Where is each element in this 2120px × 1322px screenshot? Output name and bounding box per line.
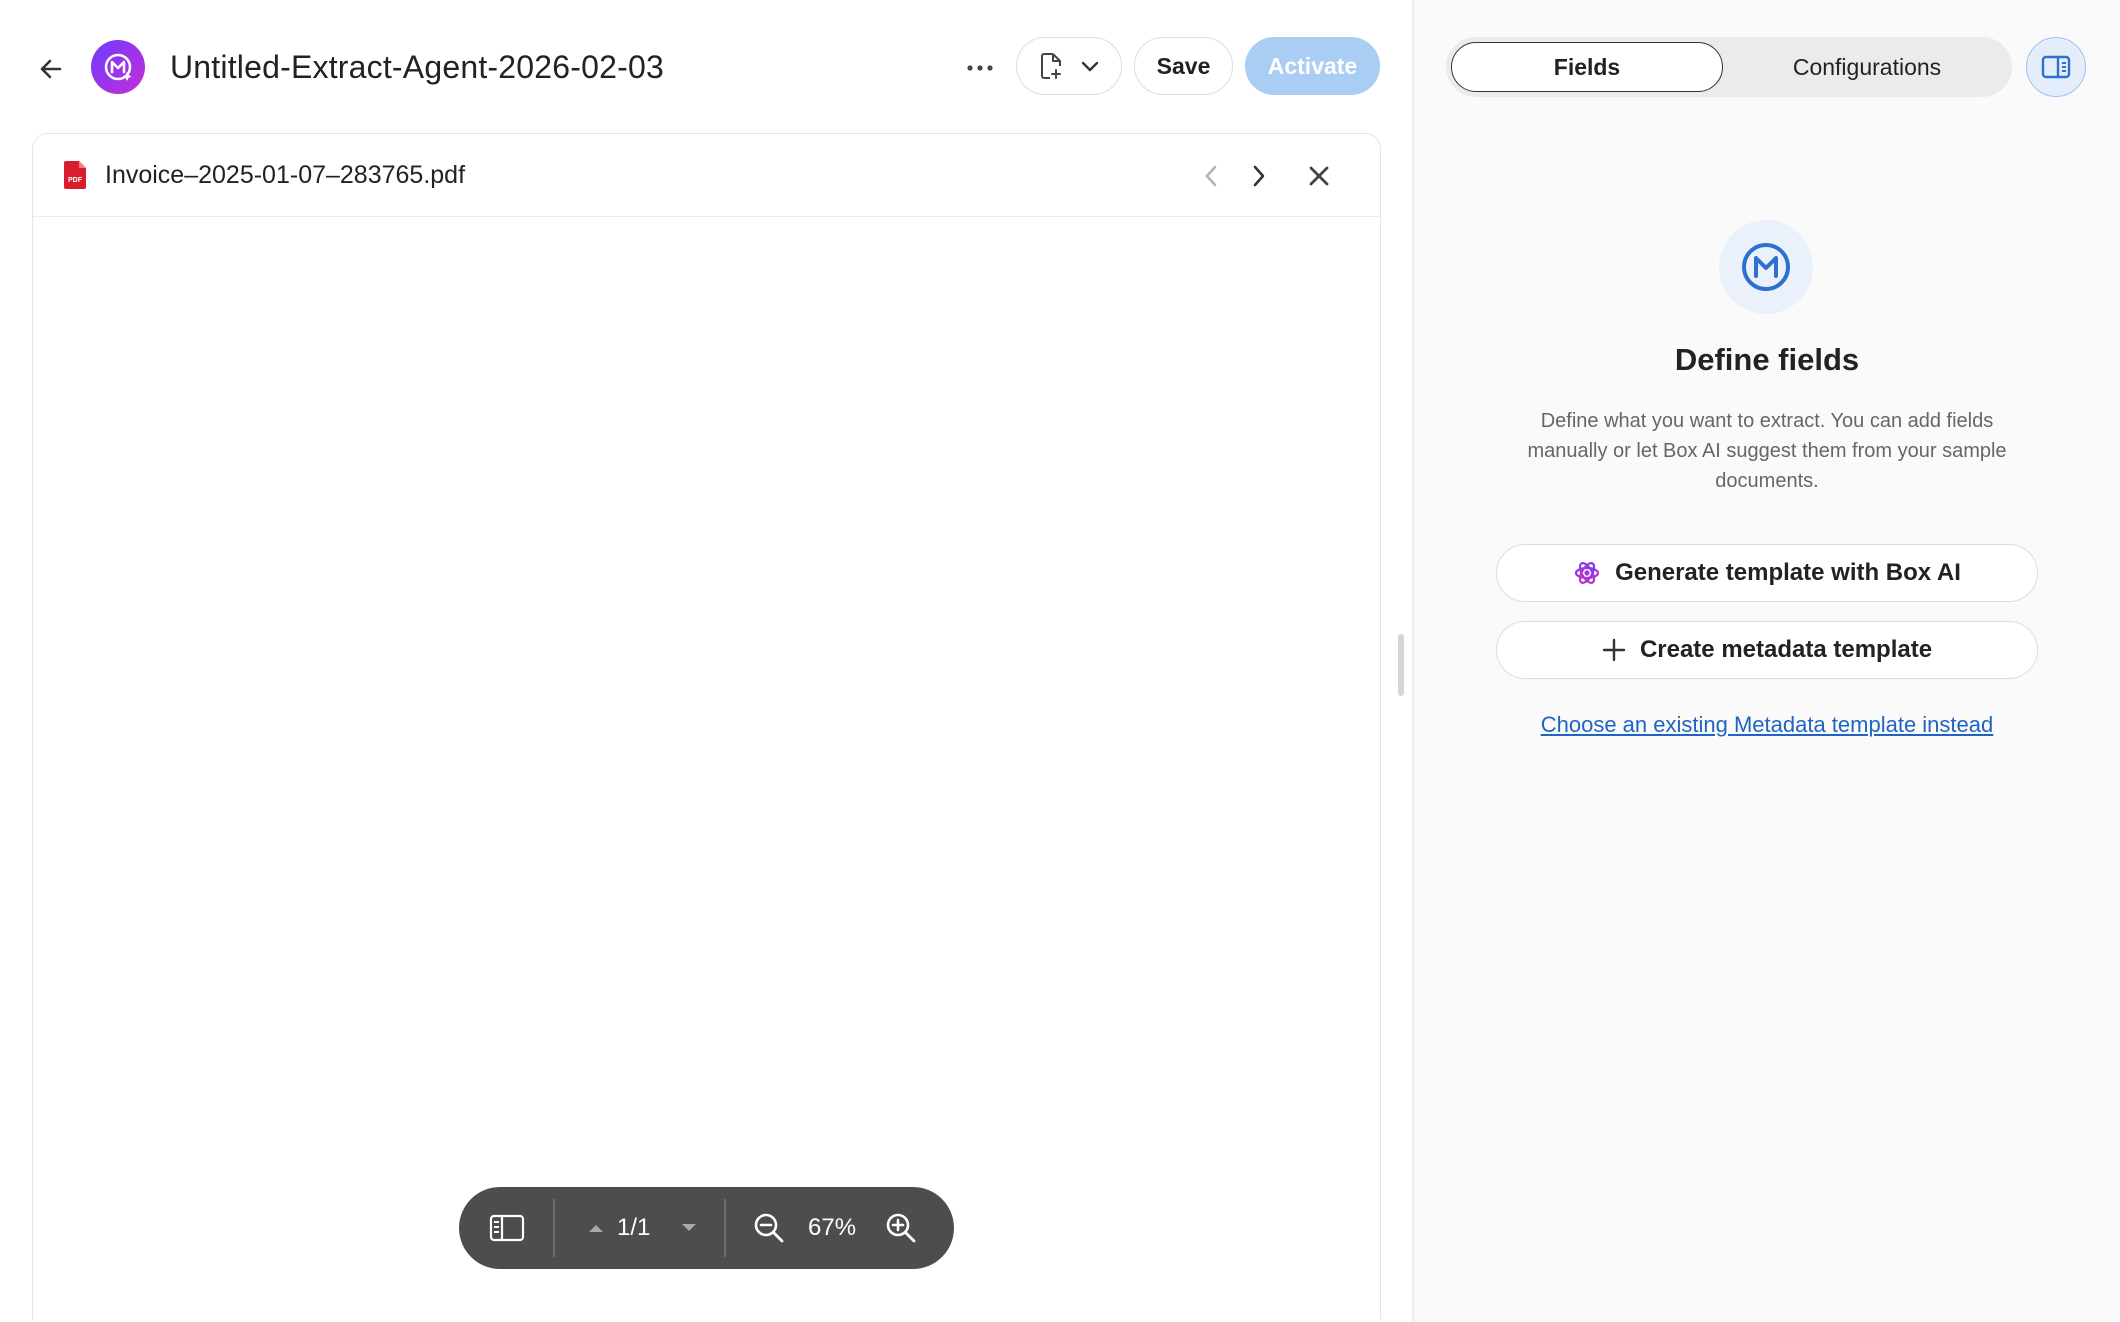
zoom-out-button[interactable] (749, 1208, 789, 1248)
sidebar-icon (489, 1214, 525, 1242)
panel-toggle-button[interactable] (2026, 37, 2086, 97)
viewer-header: PDF Invoice–2025-01-07–283765.pdf (33, 134, 1380, 217)
file-plus-icon (1041, 53, 1061, 79)
panel-resize-handle[interactable] (1398, 634, 1404, 696)
chevron-right-icon (1253, 165, 1265, 187)
empty-state-description: Define what you want to extract. You can… (1527, 410, 2007, 492)
right-panel: Fields Configurations Define fields Defi… (1414, 0, 2120, 1322)
page-indicator[interactable]: 1/1 (617, 1208, 650, 1248)
close-icon (1309, 166, 1329, 186)
chevron-down-icon (1081, 61, 1099, 72)
choose-existing-template-link[interactable]: Choose an existing Metadata template ins… (1414, 712, 2120, 738)
top-bar: Untitled-Extract-Agent-2026-02-03 Save A… (0, 0, 1412, 134)
previous-page-button[interactable] (584, 1215, 608, 1241)
generate-template-label: Generate template with Box AI (1615, 559, 1961, 586)
toolbar-divider (724, 1199, 726, 1257)
agent-logo (91, 40, 145, 94)
pdf-badge-text: PDF (68, 177, 83, 184)
more-horizontal-icon (967, 65, 993, 71)
document-viewer: PDF Invoice–2025-01-07–283765.pdf (32, 133, 1381, 1322)
tab-fields[interactable]: Fields (1451, 42, 1723, 92)
toolbar-divider (553, 1199, 555, 1257)
create-metadata-template-button[interactable]: Create metadata template (1496, 621, 2038, 679)
next-file-button[interactable] (1241, 158, 1277, 194)
back-arrow-icon (40, 59, 62, 79)
toggle-thumbnails-button[interactable] (487, 1208, 527, 1248)
activate-button[interactable]: Activate (1245, 37, 1380, 95)
create-template-label: Create metadata template (1639, 636, 1933, 663)
zoom-out-icon (754, 1213, 784, 1243)
back-button[interactable] (30, 48, 72, 90)
metadata-agent-icon (104, 53, 132, 81)
more-options-button[interactable] (958, 46, 1002, 90)
tab-configurations[interactable]: Configurations (1728, 42, 2006, 92)
previous-file-button[interactable] (1193, 158, 1229, 194)
panel-toggle-icon (2041, 55, 2071, 79)
document-canvas[interactable] (33, 218, 1380, 1322)
add-file-menu-button[interactable] (1016, 37, 1122, 95)
generate-template-button[interactable]: Generate template with Box AI (1496, 544, 2038, 602)
box-ai-sparkle-icon (1574, 562, 1600, 584)
page-title: Untitled-Extract-Agent-2026-02-03 (170, 49, 664, 85)
zoom-in-button[interactable] (881, 1208, 921, 1248)
left-panel: Untitled-Extract-Agent-2026-02-03 Save A… (0, 0, 1412, 1322)
metadata-m-icon (1742, 243, 1790, 291)
plus-icon (1602, 638, 1626, 662)
metadata-badge (1719, 220, 1813, 314)
file-name: Invoice–2025-01-07–283765.pdf (105, 161, 466, 189)
caret-up-icon (589, 1225, 603, 1232)
pdf-toolbar: 1/1 67% (459, 1187, 954, 1269)
caret-down-icon (682, 1224, 696, 1231)
panel-tabs: Fields Configurations (1446, 37, 2012, 97)
save-button[interactable]: Save (1134, 37, 1233, 95)
chevron-left-icon (1205, 165, 1217, 187)
empty-state-title: Define fields (1674, 342, 1860, 377)
pdf-file-icon: PDF (64, 161, 86, 189)
close-viewer-button[interactable] (1301, 158, 1337, 194)
app-root: Untitled-Extract-Agent-2026-02-03 Save A… (0, 0, 2120, 1322)
zoom-in-icon (886, 1213, 916, 1243)
zoom-level: 67% (808, 1214, 857, 1241)
next-page-button[interactable] (677, 1215, 701, 1241)
